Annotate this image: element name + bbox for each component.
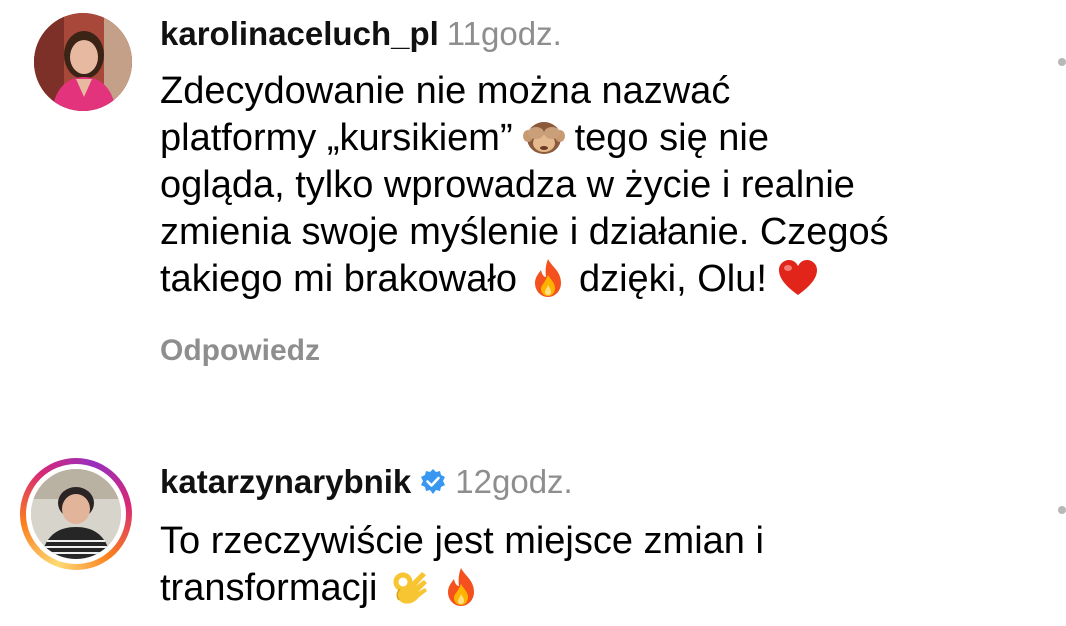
- username-link[interactable]: katarzynarybnik: [160, 463, 411, 500]
- avatar: [26, 464, 126, 564]
- comment-text: To rzeczywiście jest miejsce zmian i tra…: [160, 518, 1020, 612]
- comment-header: katarzynarybnik 12godz.: [160, 462, 573, 502]
- comment-line: takiego mi brakowało dzięki, Olu!: [160, 256, 1020, 303]
- profile-photo: [31, 469, 121, 559]
- timestamp: 11godz.: [446, 15, 562, 52]
- profile-photo: [34, 13, 132, 111]
- avatar-story-ring[interactable]: [20, 458, 132, 570]
- comment-line: zmienia swoje myślenie i działanie. Czeg…: [160, 211, 889, 253]
- comment-header: karolinaceluch_pl 11godz.: [160, 14, 562, 54]
- comment-text: Zdecydowanie nie można nazwać platformy …: [160, 68, 1020, 303]
- see-no-evil-monkey-icon: [522, 116, 565, 158]
- comment-line: transformacji: [160, 565, 1020, 612]
- more-options-icon[interactable]: [1058, 58, 1066, 66]
- comment-line: Zdecydowanie nie można nazwać: [160, 70, 731, 112]
- comment-line: ogląda, tylko wprowadza w życie i realni…: [160, 164, 855, 206]
- comment-line: To rzeczywiście jest miejsce zmian i: [160, 520, 764, 562]
- username-link[interactable]: karolinaceluch_pl: [160, 15, 439, 52]
- fire-icon: [527, 257, 569, 299]
- more-options-icon[interactable]: [1058, 506, 1066, 514]
- ok-hand-icon: [388, 566, 430, 608]
- comment-line: platformy „kursikiem” tego się nie: [160, 116, 769, 159]
- fire-icon: [440, 566, 482, 608]
- timestamp: 12godz.: [455, 463, 573, 500]
- verified-badge-icon: [419, 465, 447, 494]
- red-heart-icon: [777, 257, 819, 299]
- reply-button[interactable]: Odpowiedz: [160, 334, 320, 368]
- avatar[interactable]: [34, 13, 132, 111]
